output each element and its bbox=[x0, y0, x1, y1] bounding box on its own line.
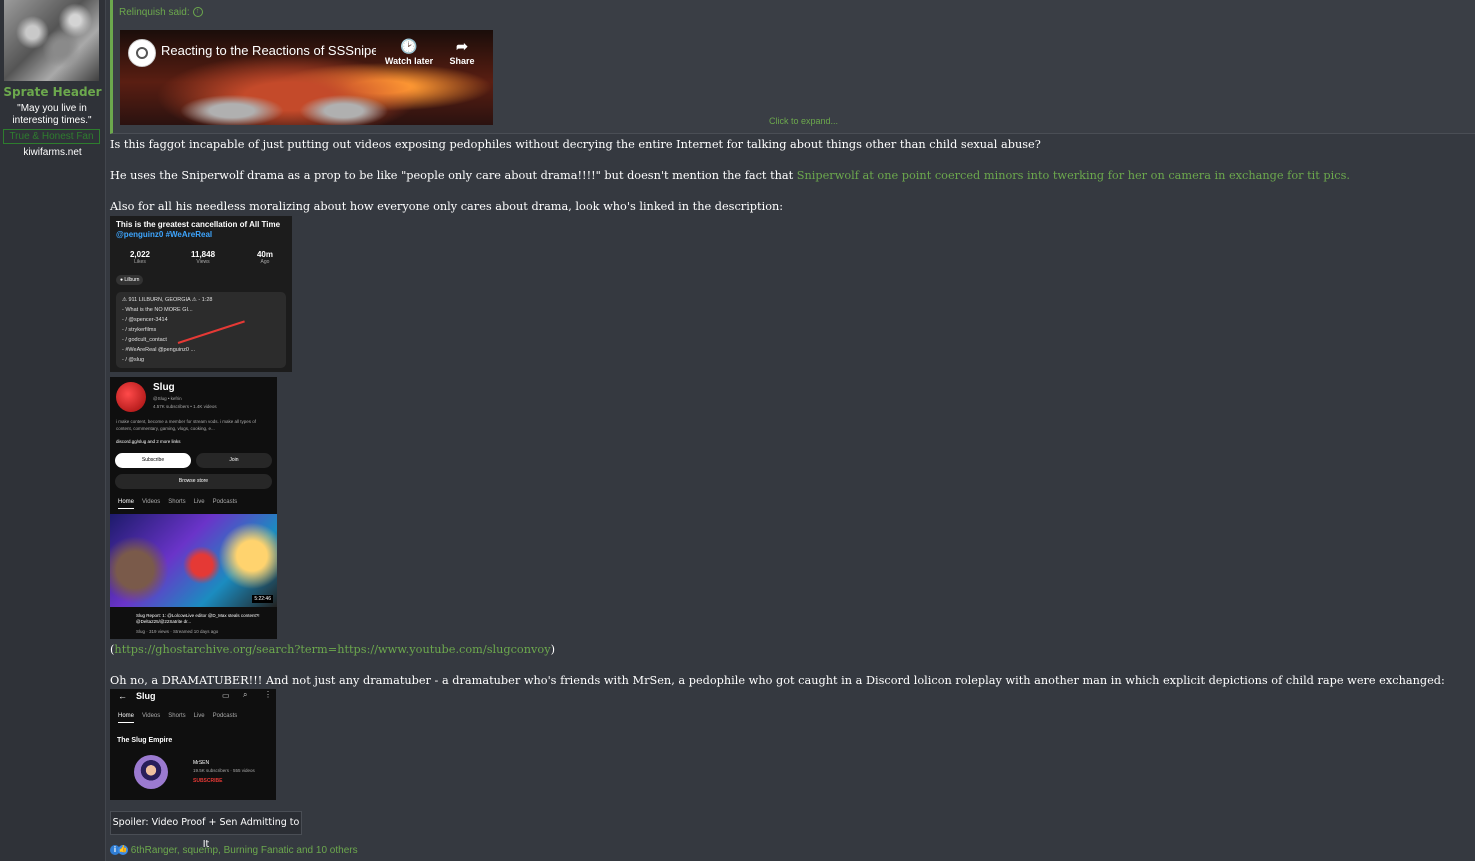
reactions-users[interactable]: 6thRanger, squemp, Burning Fanatic and 1… bbox=[131, 845, 358, 856]
shot3-subscribe: SUBSCRIBE bbox=[193, 778, 223, 784]
shot1-row: - / strykerfilms bbox=[122, 327, 157, 333]
shot2-links: discord.gg/slug and 2 more links bbox=[116, 439, 181, 444]
watch-later-button[interactable]: 🕑 Watch later bbox=[383, 36, 435, 66]
shot1-location: Lilburn bbox=[124, 277, 140, 283]
shot2-video-title: Slug Report: 1: @LolcowLive editor @D_Ma… bbox=[136, 613, 260, 624]
share-label: Share bbox=[449, 56, 475, 66]
shot1-row: - / @spencer-3414 bbox=[122, 317, 168, 323]
shot2-tab: Shorts bbox=[168, 499, 186, 505]
avatar[interactable] bbox=[4, 0, 99, 81]
location-pin-icon: ● bbox=[120, 277, 124, 283]
shot2-handle: @Slug • kefrin bbox=[153, 396, 182, 401]
user-column: Sprate Header "May you live in interesti… bbox=[0, 0, 106, 861]
user-quote: "May you live in interesting times." bbox=[12, 103, 92, 126]
post-paragraph-2-text: He uses the Sniperwolf drama as a prop t… bbox=[110, 169, 797, 182]
shot1-title: This is the greatest cancellation of All… bbox=[116, 220, 281, 229]
shot2-video-thumbnail: 5:22:46 bbox=[110, 514, 277, 607]
click-to-expand[interactable]: Click to expand... bbox=[769, 116, 838, 126]
shot1-row: - / godcult_contact bbox=[122, 337, 167, 343]
channel-logo-icon[interactable] bbox=[128, 39, 156, 67]
shot3-channel-name: Slug bbox=[136, 691, 156, 701]
shot2-tabs: Home Videos Shorts Live Podcasts bbox=[110, 499, 237, 509]
shot1-tags: @penguinz0 #WeAreReal bbox=[116, 230, 213, 239]
like-reaction-icon: 👍 bbox=[118, 845, 128, 856]
shot1-ago-label: Ago bbox=[260, 259, 270, 265]
slug-avatar bbox=[116, 382, 146, 412]
shot3-section-title: The Slug Empire bbox=[117, 737, 173, 744]
user-title-badge: True & Honest Fan bbox=[3, 129, 100, 144]
shot3-mrsen-name: MrSEN bbox=[193, 760, 210, 766]
post-paragraph-2: He uses the Sniperwolf drama as a prop t… bbox=[110, 169, 1350, 182]
paren-close: ) bbox=[550, 643, 555, 656]
shot3-tab: Videos bbox=[142, 713, 161, 719]
quote-block: Relinquish said: ↑ Reacting to the Reacti… bbox=[110, 0, 1475, 134]
shot1-location-chip: ● Lilburn bbox=[116, 275, 144, 285]
shot2-join-button: Join bbox=[196, 453, 272, 468]
spoiler-button[interactable]: Spoiler: Video Proof + Sen Admitting to … bbox=[110, 811, 302, 850]
sniperwolf-link[interactable]: Sniperwolf at one point coerced minors i… bbox=[797, 169, 1350, 182]
shot3-tab: Live bbox=[193, 713, 205, 719]
shot2-tab: Podcasts bbox=[212, 499, 238, 505]
search-icon: ⌕ bbox=[243, 690, 248, 699]
shot1-likes-label: Likes bbox=[134, 259, 146, 265]
shot2-subs: 4.57K subscribers • 1.4K videos bbox=[153, 404, 217, 409]
shot1-row: - What is the NO MORE GI... bbox=[122, 307, 193, 313]
clock-icon: 🕑 bbox=[400, 38, 418, 54]
shot2-tab: Live bbox=[193, 499, 205, 505]
shot2-tab: Videos bbox=[142, 499, 161, 505]
shot1-description-box: ⚠ 911 LILBURN, GEORGIA ⚠ - 1:28 - What i… bbox=[116, 292, 286, 368]
shot1-views-label: Views bbox=[196, 259, 210, 265]
arrow-up-icon[interactable]: ↑ bbox=[192, 7, 203, 18]
share-button[interactable]: ➦ Share bbox=[436, 36, 488, 66]
more-vert-icon: ⋮ bbox=[264, 690, 272, 699]
mrsen-avatar bbox=[134, 755, 168, 789]
shot1-row: - #WeAreReal @penguinz0 ... bbox=[122, 347, 196, 353]
shot2-subscribe-button: Subscribe bbox=[115, 453, 191, 468]
back-arrow-icon: ← bbox=[118, 691, 127, 701]
shot2-tab: Home bbox=[118, 499, 135, 509]
user-site: kiwifarms.net bbox=[23, 147, 82, 158]
shot2-store-button: Browse store bbox=[115, 474, 272, 489]
post-paragraph-3: Also for all his needless moralizing abo… bbox=[110, 200, 784, 213]
shot1-row: - / @slug bbox=[122, 357, 145, 363]
ghostarchive-link[interactable]: https://ghostarchive.org/search?term=htt… bbox=[114, 643, 550, 656]
shot2-video-meta: Slug · 319 views · Streamed 10 days ago bbox=[136, 629, 219, 634]
slug-empire-screenshot[interactable]: ← Slug ▭ ⌕ ⋮ Home Videos Shorts Live Podcast… bbox=[110, 689, 276, 800]
shot1-views: 11,848 Views bbox=[183, 250, 223, 265]
username[interactable]: Sprate Header bbox=[0, 85, 105, 99]
share-icon: ➦ bbox=[456, 38, 468, 54]
video-embed[interactable]: Reacting to the Reactions of SSSniper...… bbox=[120, 30, 493, 125]
shot1-likes-value: 2,022 bbox=[129, 250, 151, 259]
video-title[interactable]: Reacting to the Reactions of SSSniper... bbox=[161, 43, 376, 58]
watch-later-label: Watch later bbox=[384, 56, 434, 66]
shot2-about: i make content, become a member for stre… bbox=[116, 419, 257, 431]
shot1-ago: 40m Ago bbox=[245, 250, 285, 265]
shot3-tab: Home bbox=[118, 713, 135, 723]
shot1-row: ⚠ 911 LILBURN, GEORGIA ⚠ - 1:28 bbox=[122, 297, 213, 303]
shot3-tab: Shorts bbox=[168, 713, 186, 719]
quote-author[interactable]: Relinquish said: ↑ bbox=[119, 7, 203, 18]
description-screenshot[interactable]: This is the greatest cancellation of All… bbox=[110, 216, 292, 372]
quote-author-label[interactable]: Relinquish said: bbox=[119, 7, 190, 18]
shot2-duration: 5:22:46 bbox=[252, 595, 273, 603]
cast-icon: ▭ bbox=[222, 691, 230, 700]
shot3-tab: Podcasts bbox=[212, 713, 238, 719]
post-paragraph-1: Is this faggot incapable of just putting… bbox=[110, 138, 1041, 151]
shot2-channel-name: Slug bbox=[153, 382, 175, 393]
shot3-tabs: Home Videos Shorts Live Podcasts bbox=[110, 713, 237, 723]
shot3-mrsen-meta: 19.5K subscribers · 555 videos bbox=[193, 768, 255, 773]
shot1-ago-value: 40m bbox=[256, 250, 273, 259]
shot1-views-value: 11,848 bbox=[190, 250, 216, 259]
slug-channel-screenshot[interactable]: Slug @Slug • kefrin 4.57K subscribers • … bbox=[110, 377, 277, 639]
reactions-bar[interactable]: i 👍 6thRanger, squemp, Burning Fanatic an… bbox=[110, 845, 358, 856]
shot1-likes: 2,022 Likes bbox=[120, 250, 160, 265]
post-paragraph-5: Oh no, a DRAMATUBER!!! And not just any … bbox=[110, 674, 1445, 687]
post-paragraph-4: (https://ghostarchive.org/search?term=ht… bbox=[110, 643, 555, 656]
